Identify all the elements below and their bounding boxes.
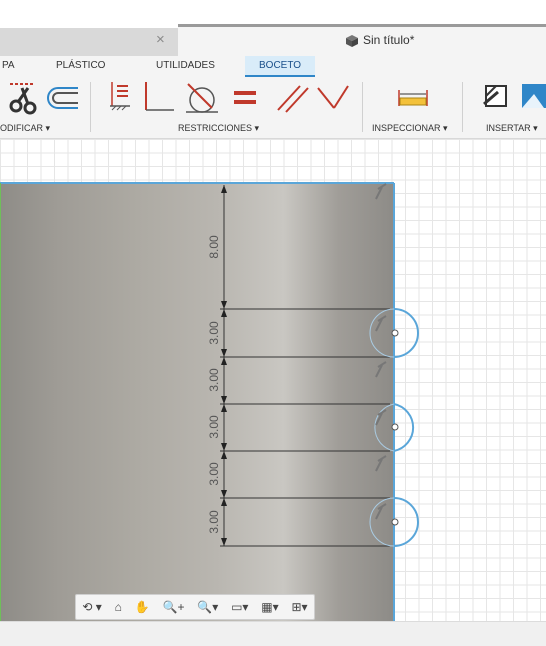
dimension-3-b: 3.00 xyxy=(207,368,221,392)
equal-icon[interactable] xyxy=(232,88,258,108)
insert-image-icon[interactable] xyxy=(520,80,546,112)
tangent-icon[interactable] xyxy=(182,78,222,116)
document-title: Sin título* xyxy=(345,33,414,47)
fix-constraint-icon[interactable] xyxy=(108,80,134,116)
close-tab-icon[interactable]: × xyxy=(156,31,165,48)
coincident-icon[interactable] xyxy=(314,80,350,116)
inspect-group-label[interactable]: INSPECCIONAR ▾ xyxy=(372,123,448,134)
pan-icon[interactable]: ✋ xyxy=(135,600,150,614)
document-title-text: Sin título* xyxy=(363,33,415,47)
ribbon-separator xyxy=(362,82,363,132)
sketch-canvas[interactable]: 8.00 3.00 3.00 3.00 3.00 3.00 xyxy=(0,139,546,621)
window-top-strip xyxy=(0,0,546,23)
coincident-glyphs xyxy=(375,183,387,520)
look-at-icon[interactable]: ⌂ xyxy=(115,600,122,614)
offset-icon[interactable] xyxy=(44,84,80,112)
viewports-icon[interactable]: ⊞▾ xyxy=(292,600,308,614)
display-settings-icon[interactable]: ▭▾ xyxy=(231,600,248,614)
cube-icon xyxy=(346,34,358,47)
dimension-3-c: 3.00 xyxy=(207,415,221,439)
tab-boceto[interactable]: BOCETO xyxy=(245,56,316,77)
zoom-icon[interactable]: 🔍+ xyxy=(163,600,185,614)
constraints-group-label[interactable]: RESTRICCIONES ▾ xyxy=(178,123,259,134)
navigation-bar: ⟲ ▾ ⌂ ✋ 🔍+ 🔍▾ ▭▾ ▦▾ ⊞▾ xyxy=(75,594,315,620)
sketch-overlay: 8.00 3.00 3.00 3.00 3.00 3.00 xyxy=(0,183,419,621)
tab-pa[interactable]: PA xyxy=(2,60,15,71)
modify-group-label[interactable]: ODIFICAR ▾ xyxy=(0,123,50,134)
dimension-3-a: 3.00 xyxy=(207,321,221,345)
perpendicular-icon[interactable] xyxy=(140,80,176,116)
trim-scissors-icon[interactable] xyxy=(4,80,40,116)
document-tab-inactive[interactable] xyxy=(0,28,178,56)
insert-group-label[interactable]: INSERTAR ▾ xyxy=(486,123,538,134)
tab-plastico[interactable]: PLÁSTICO xyxy=(56,60,105,71)
title-bar: × Sin título* xyxy=(0,0,546,56)
tab-utilidades[interactable]: UTILIDADES xyxy=(156,60,215,71)
grid-settings-icon[interactable]: ▦▾ xyxy=(261,600,278,614)
ribbon-separator xyxy=(90,82,91,132)
ribbon-toolbar: PA PLÁSTICO UTILIDADES BOCETO ODIFICAR ▾… xyxy=(0,56,546,139)
dimension-3-e: 3.00 xyxy=(207,510,221,534)
orbit-icon[interactable]: ⟲ ▾ xyxy=(82,600,101,614)
insert-derive-icon[interactable] xyxy=(480,80,512,112)
dimension-8: 8.00 xyxy=(207,235,221,259)
dimension-3-d: 3.00 xyxy=(207,462,221,486)
parallel-icon[interactable] xyxy=(274,80,310,116)
fit-icon[interactable]: 🔍▾ xyxy=(197,600,218,614)
sketch-lines xyxy=(220,308,390,547)
bottom-bar xyxy=(0,621,546,646)
ribbon-separator xyxy=(462,82,463,132)
measure-icon[interactable] xyxy=(396,88,430,108)
